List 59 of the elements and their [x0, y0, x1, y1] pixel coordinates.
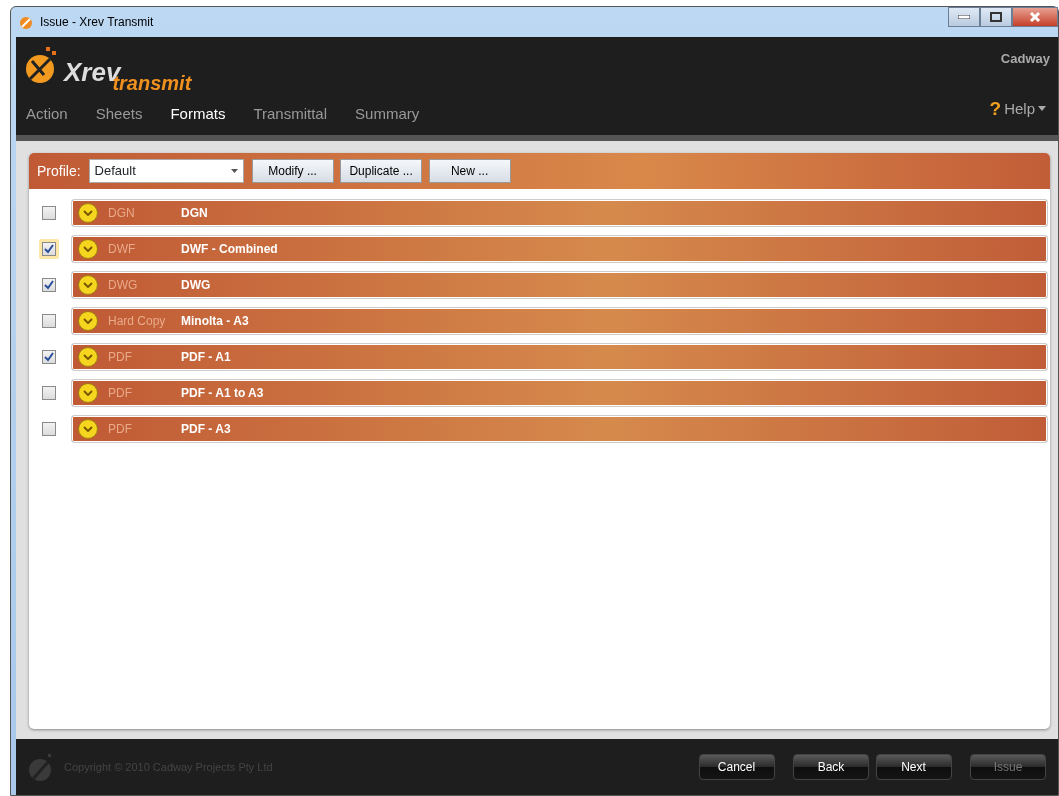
format-checkbox[interactable] [42, 350, 56, 364]
format-bar[interactable]: PDF PDF - A1 to A3 [71, 379, 1048, 407]
format-name: PDF - A3 [181, 421, 231, 438]
expand-icon[interactable] [78, 383, 98, 403]
profile-button[interactable]: Modify ... [251, 159, 334, 183]
expand-icon[interactable] [78, 419, 98, 439]
footer-button[interactable]: Cancel [698, 754, 775, 780]
format-checkbox[interactable] [42, 386, 56, 400]
expand-icon[interactable] [78, 347, 98, 367]
expand-icon[interactable] [78, 239, 98, 259]
expand-icon[interactable] [78, 311, 98, 331]
format-bar[interactable]: Hard Copy Minolta - A3 [71, 307, 1048, 335]
expand-icon[interactable] [78, 275, 98, 295]
maximize-icon [990, 12, 1002, 22]
profile-button[interactable]: New ... [428, 159, 511, 183]
close-icon [1029, 11, 1041, 23]
brand-text: Cadway [1000, 50, 1050, 68]
nav-tab[interactable]: Transmittal [245, 102, 348, 125]
format-type: DWF [108, 241, 137, 258]
format-checkbox[interactable] [42, 206, 56, 220]
nav-tab[interactable]: Sheets [87, 102, 163, 125]
format-name: DWG [181, 277, 211, 294]
format-name: PDF - A1 [181, 349, 231, 366]
window-title: Issue - Xrev Transmit [40, 14, 154, 31]
nav-tab[interactable]: Formats [162, 102, 246, 125]
format-name: DGN [181, 205, 208, 222]
footer-button[interactable]: Back [793, 754, 869, 780]
format-name: PDF - A1 to A3 [181, 385, 264, 402]
expand-icon[interactable] [78, 203, 98, 223]
format-checkbox[interactable] [42, 314, 56, 328]
profile-label: Profile: [37, 161, 81, 181]
caret-icon [1038, 106, 1046, 112]
help-menu[interactable]: ?Help [989, 94, 1046, 123]
format-bar[interactable]: DWF DWF - Combined [71, 235, 1048, 263]
format-type: Hard Copy [108, 313, 167, 330]
nav-tab[interactable]: Summary [347, 102, 440, 125]
profile-button[interactable]: Duplicate ... [340, 159, 423, 183]
format-name: DWF - Combined [181, 241, 278, 258]
format-type: PDF [108, 349, 133, 366]
format-bar[interactable]: DGN DGN [71, 199, 1048, 227]
format-checkbox[interactable] [42, 422, 56, 436]
minimize-button[interactable] [948, 7, 980, 27]
format-name: Minolta - A3 [181, 313, 249, 330]
format-checkbox[interactable] [42, 278, 56, 292]
format-type: PDF [108, 385, 133, 402]
profile-dropdown[interactable]: Default [88, 159, 244, 183]
format-bar[interactable]: PDF PDF - A3 [71, 415, 1048, 443]
app-icon [18, 14, 34, 30]
format-type: PDF [108, 421, 133, 438]
format-bar[interactable]: PDF PDF - A1 [71, 343, 1048, 371]
footer-button[interactable]: Next [875, 754, 952, 780]
format-type: DGN [108, 205, 136, 222]
format-bar[interactable]: DWG DWG [71, 271, 1048, 299]
caret-icon [230, 169, 238, 173]
close-button[interactable] [1012, 7, 1058, 27]
minimize-icon [958, 15, 970, 19]
maximize-button[interactable] [980, 7, 1012, 27]
format-type: DWG [108, 277, 139, 294]
nav-tab[interactable]: Action [18, 102, 88, 125]
